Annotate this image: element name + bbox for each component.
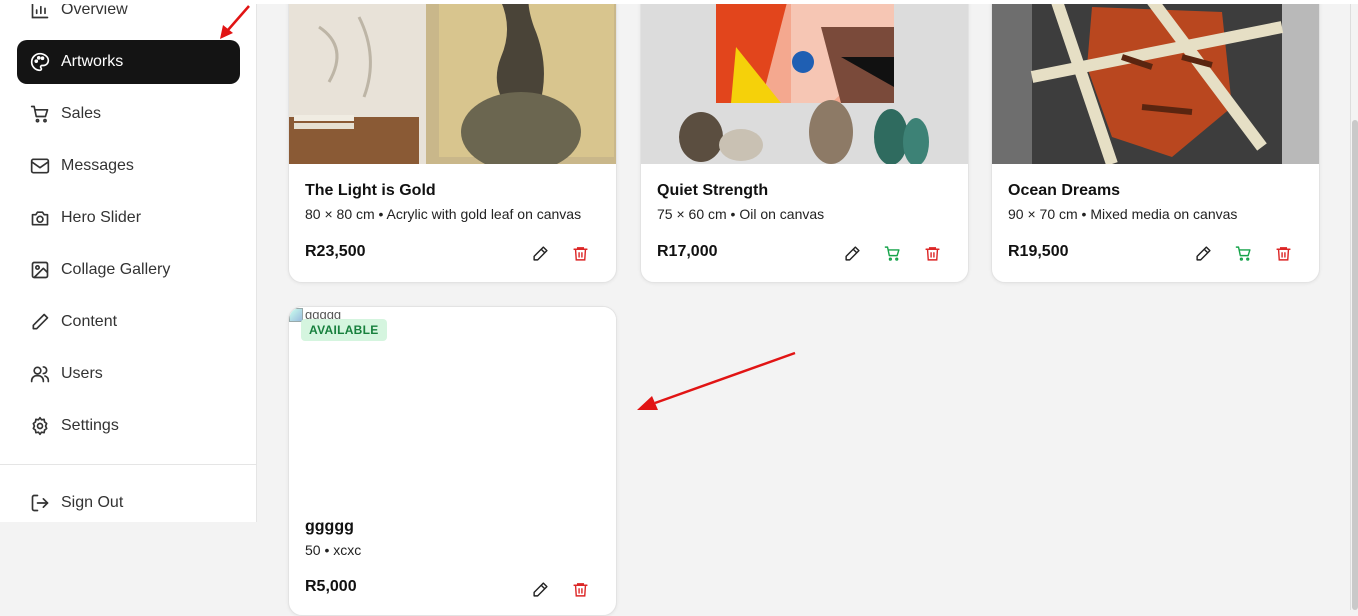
gear-icon <box>32 416 48 436</box>
artwork-image[interactable] <box>289 0 616 164</box>
sidebar-item-label: Collage Gallery <box>61 261 171 278</box>
image-icon <box>31 261 49 279</box>
cart-icon <box>1235 245 1251 261</box>
edit-button[interactable] <box>1183 241 1223 265</box>
sign-out-icon <box>31 494 49 512</box>
artwork-meta: 75 × 60 cm • Oil on canvas <box>657 206 825 222</box>
mark-sold-button[interactable] <box>872 241 912 265</box>
sidebar-item-sales[interactable]: Sales <box>17 92 240 136</box>
sidebar-item-label: Messages <box>61 157 134 174</box>
palette-icon <box>30 52 50 72</box>
artwork-title: The Light is Gold <box>305 182 436 199</box>
camera-icon <box>31 211 49 226</box>
artwork-image[interactable] <box>992 0 1319 164</box>
sidebar-item-settings[interactable]: Settings <box>17 404 240 448</box>
annotation-arrow <box>637 351 796 410</box>
cart-icon <box>884 245 900 261</box>
sidebar-item-label: Settings <box>61 417 119 434</box>
sidebar-item-content[interactable]: Content <box>17 300 240 344</box>
delete-button[interactable] <box>560 241 600 265</box>
artwork-image-broken[interactable]: ggggg AVAILABLE <box>289 307 616 497</box>
artwork-card: Quiet Strength 75 × 60 cm • Oil on canva… <box>640 0 969 283</box>
artwork-card: The Light is Gold 80 × 80 cm • Acrylic w… <box>288 0 617 283</box>
page-scrollbar[interactable] <box>1350 0 1358 610</box>
sidebar-divider <box>0 464 256 465</box>
sidebar-item-artworks[interactable]: Artworks <box>17 40 240 84</box>
cart-icon <box>30 105 49 123</box>
sign-out-label: Sign Out <box>61 494 124 511</box>
sidebar-item-label: Artworks <box>61 53 124 70</box>
edit-button[interactable] <box>520 241 560 265</box>
artwork-meta: 80 × 80 cm • Acrylic with gold leaf on c… <box>305 206 582 222</box>
edit-icon <box>844 245 860 261</box>
status-badge: AVAILABLE <box>301 319 387 341</box>
sidebar-item-overview[interactable]: Overview <box>17 0 240 32</box>
artwork-actions <box>1183 241 1303 265</box>
mail-icon <box>30 158 50 174</box>
sidebar-item-hero-slider[interactable]: Hero Slider <box>17 196 240 240</box>
sign-out-button[interactable]: Sign Out <box>17 481 240 525</box>
artwork-actions <box>832 241 952 265</box>
artwork-title: Ocean Dreams <box>1008 182 1121 199</box>
sidebar-item-collage-gallery[interactable]: Collage Gallery <box>17 248 240 292</box>
artwork-card: Ocean Dreams 90 × 70 cm • Mixed media on… <box>991 0 1320 283</box>
delete-button[interactable] <box>560 577 600 601</box>
artwork-image[interactable] <box>641 0 968 164</box>
sidebar-item-label: Users <box>61 365 103 382</box>
pen-icon <box>32 313 49 330</box>
edit-icon <box>532 245 548 261</box>
edit-button[interactable] <box>520 577 560 601</box>
trash-icon <box>572 582 588 597</box>
artwork-meta: 90 × 70 cm • Mixed media on canvas <box>1008 206 1238 222</box>
artwork-price: R5,000 <box>305 578 357 595</box>
artwork-actions <box>520 577 600 601</box>
broken-image-icon <box>289 307 303 322</box>
mark-sold-button[interactable] <box>1223 241 1263 265</box>
artwork-price: R19,500 <box>1008 243 1069 260</box>
artwork-title: ggggg <box>305 518 354 535</box>
sidebar-item-label: Sales <box>61 105 102 122</box>
delete-button[interactable] <box>912 241 952 265</box>
scrollbar-thumb[interactable] <box>1352 120 1358 610</box>
trash-icon <box>572 246 588 261</box>
top-edge <box>0 0 1358 4</box>
sidebar-item-label: Content <box>61 313 118 330</box>
sidebar-item-users[interactable]: Users <box>17 352 240 396</box>
artwork-price: R17,000 <box>657 243 718 260</box>
edit-icon <box>532 581 548 597</box>
sidebar-item-messages[interactable]: Messages <box>17 144 240 188</box>
artwork-price: R23,500 <box>305 243 366 260</box>
sidebar: Overview Artworks Sales Messages Hero Sl… <box>0 0 257 522</box>
edit-icon <box>1195 245 1211 261</box>
delete-button[interactable] <box>1263 241 1303 265</box>
sidebar-item-label: Hero Slider <box>61 209 142 226</box>
edit-button[interactable] <box>832 241 872 265</box>
artwork-title: Quiet Strength <box>657 182 769 199</box>
trash-icon <box>1275 246 1291 261</box>
artwork-meta: 50 • xcxc <box>305 542 362 558</box>
artwork-actions <box>520 241 600 265</box>
page-background <box>0 522 257 610</box>
artwork-card: ggggg AVAILABLE ggggg 50 • xcxc R5,000 <box>288 306 617 616</box>
trash-icon <box>924 246 940 261</box>
users-icon <box>30 366 50 383</box>
